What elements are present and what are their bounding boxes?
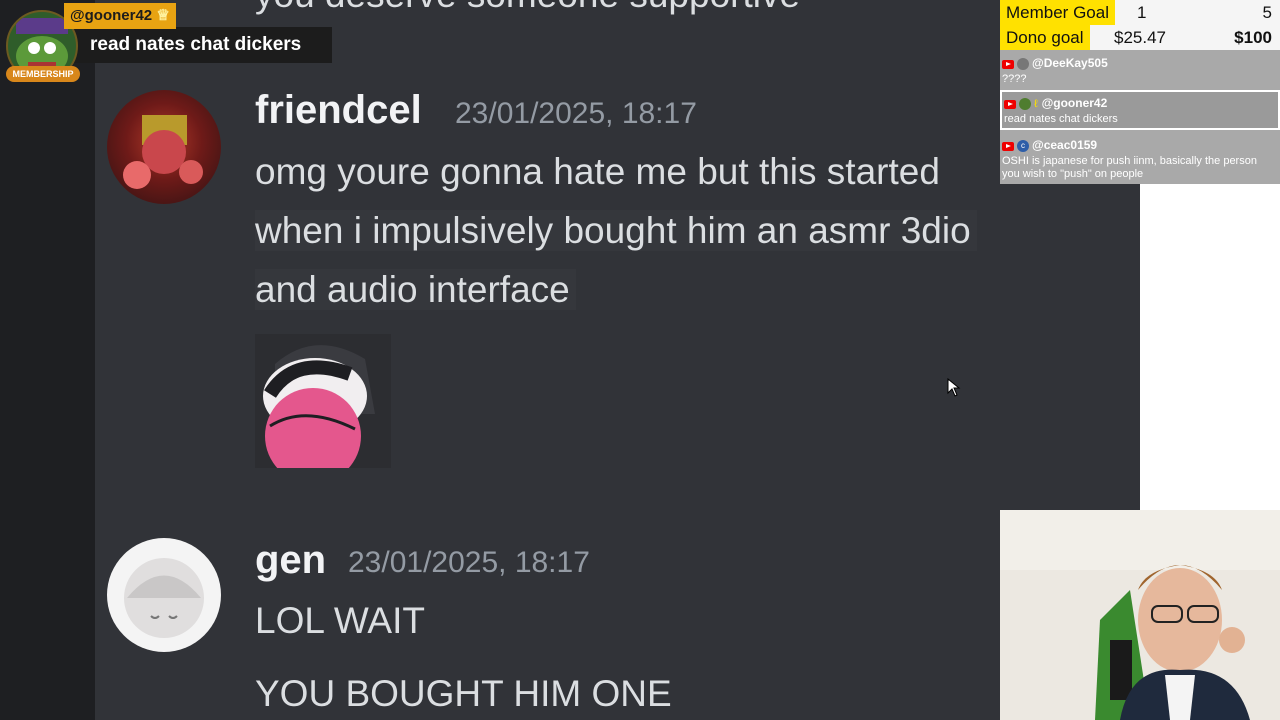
chat-text: ???? xyxy=(1002,73,1027,86)
member-badge-icon: ℓ xyxy=(1034,98,1038,110)
youtube-icon xyxy=(1004,99,1016,109)
youtube-icon xyxy=(1002,59,1014,69)
message-line: LOL WAIT xyxy=(255,600,425,641)
crown-icon: ♕ xyxy=(156,7,170,24)
dono-goal-target: $100 xyxy=(1234,28,1272,47)
message-line: YOU BOUGHT HIM ONE xyxy=(255,673,672,714)
avatar-friendcel-art xyxy=(123,115,203,189)
avatar xyxy=(1019,98,1031,111)
message-line: omg youre gonna hate me but this started xyxy=(255,151,940,192)
message-timestamp: 23/01/2025, 18:17 xyxy=(348,546,590,579)
chat-username: @DeeKay505 xyxy=(1032,56,1108,70)
member-goal-row: Member Goal 1 5 xyxy=(1000,0,1280,25)
member-goal-target: 5 xyxy=(1262,3,1272,22)
member-goal-label: Member Goal xyxy=(1000,0,1115,25)
alert-username: @gooner42 ♕ xyxy=(64,3,176,29)
message-author[interactable]: friendcel xyxy=(255,88,422,133)
avatar-gen[interactable] xyxy=(107,538,221,652)
chat-message: c @ceac0159 OSHI is japanese for push iin… xyxy=(1000,138,1280,181)
chat-username: @gooner42 xyxy=(1041,96,1108,110)
previous-message-text: you deserve someone supportive xyxy=(255,0,800,16)
member-goal-current: 1 xyxy=(1137,3,1147,22)
overlay-blank-area xyxy=(1140,184,1280,510)
mouse-cursor-icon xyxy=(947,378,961,397)
avatar-gen-art xyxy=(124,558,204,638)
membership-badge: MEMBERSHIP xyxy=(6,66,80,82)
discord-message-panel: you deserve someone supportive friendcel… xyxy=(95,0,1140,720)
live-chat: @DeeKay505 ???? ℓ @gooner42 read nates ch… xyxy=(1000,50,1280,184)
chat-message-highlighted: ℓ @gooner42 read nates chat dickers xyxy=(1000,90,1280,130)
dono-goal-row: Dono goal $25.47 $100 xyxy=(1000,25,1280,50)
goals-widget: Member Goal 1 5 Dono goal $25.47 $100 xyxy=(1000,0,1280,50)
sticker-image[interactable] xyxy=(255,334,391,468)
alert-username-text: @gooner42 xyxy=(70,7,153,24)
message-line: when i impulsively bought him an asmr 3d… xyxy=(255,201,977,260)
chat-text: read nates chat dickers xyxy=(1004,113,1118,126)
dono-goal-current: $25.47 xyxy=(1114,28,1166,47)
webcam-scene xyxy=(1000,510,1280,720)
chat-message: @DeeKay505 ???? xyxy=(1000,56,1280,85)
message-line-text: and audio interface xyxy=(255,269,576,310)
chat-text: OSHI is japanese for push iinm, basicall… xyxy=(1002,155,1257,181)
avatar-friendcel[interactable] xyxy=(107,90,221,204)
youtube-icon xyxy=(1002,141,1014,151)
message-timestamp: 23/01/2025, 18:17 xyxy=(455,97,697,130)
message-line-text: when i impulsively bought him an asmr 3d… xyxy=(255,210,977,251)
message-line: and audio interface xyxy=(255,260,576,319)
sidebar-strip xyxy=(0,0,95,720)
avatar xyxy=(1017,58,1029,71)
chat-username: @ceac0159 xyxy=(1032,138,1098,152)
member-alert: read nates chat dickers @gooner42 ♕ MEMB… xyxy=(0,0,335,86)
message-author[interactable]: gen xyxy=(255,538,326,583)
dono-goal-label: Dono goal xyxy=(1000,25,1090,50)
sticker-art xyxy=(255,334,391,468)
avatar: c xyxy=(1017,140,1029,153)
webcam-feed xyxy=(1000,510,1280,720)
alert-message: read nates chat dickers xyxy=(74,27,332,63)
